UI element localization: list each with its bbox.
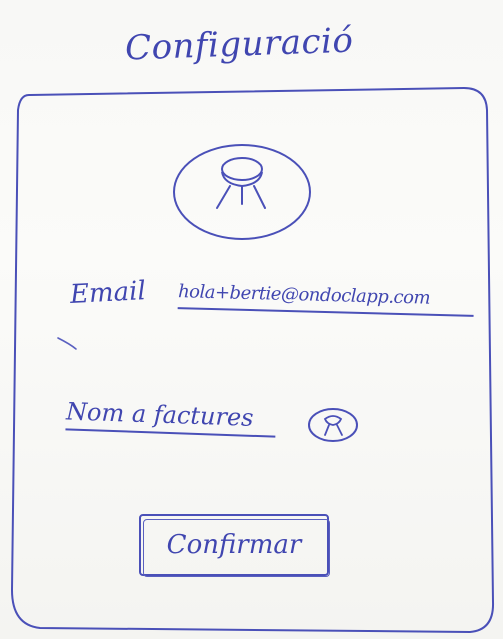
nickname-field[interactable]: Nom a factures: [65, 394, 277, 438]
user-avatar-icon[interactable]: [170, 142, 315, 242]
confirm-button[interactable]: Confirmar: [139, 514, 330, 577]
email-label: Email: [69, 276, 147, 310]
page-title: Configuració: [124, 20, 355, 69]
small-user-avatar-icon[interactable]: [305, 405, 361, 445]
stray-mark: [57, 337, 77, 350]
